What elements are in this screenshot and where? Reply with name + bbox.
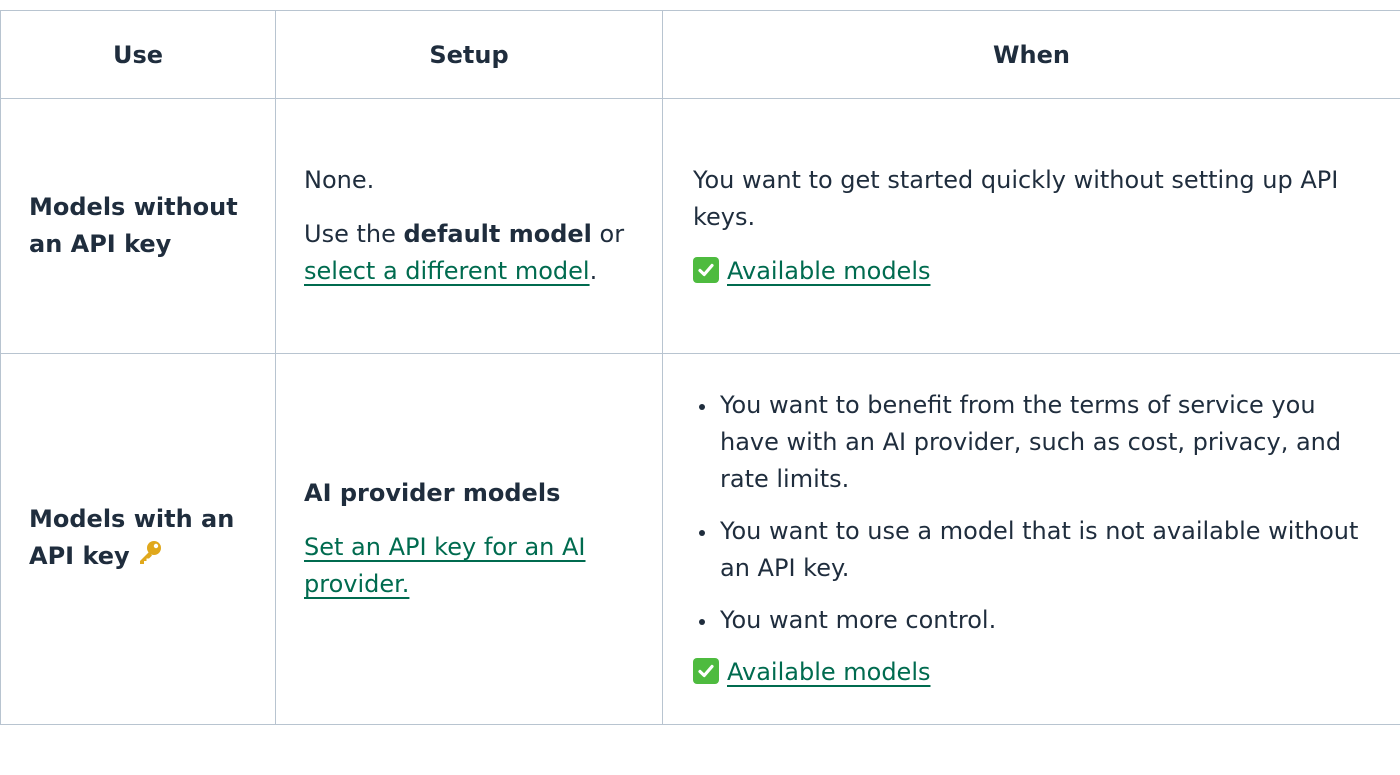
when-description: You want to get started quickly without … (693, 166, 1339, 231)
use-label: Models without an API key (29, 193, 238, 258)
set-api-key-line: Set an API key for an AI provider. (304, 529, 634, 603)
available-models-line: Available models (693, 253, 1370, 290)
table-header-row: Use Setup When (0, 10, 1400, 99)
when-cell: You want to benefit from the terms of se… (662, 353, 1400, 725)
header-use: Use (0, 10, 276, 99)
available-models-link[interactable]: Available models (727, 257, 931, 285)
use-label: Models with an API key (29, 504, 235, 570)
list-item: You want to benefit from the terms of se… (718, 387, 1370, 498)
setup-cell: AI provider models Set an API key for an… (275, 353, 663, 725)
use-cell: Models without an API key (0, 98, 276, 354)
setup-none-text: None. (304, 166, 375, 194)
setup-prefix-text: Use the (304, 220, 404, 248)
set-api-key-link[interactable]: Set an API key for an AI provider. (304, 533, 586, 598)
list-item: You want more control. (718, 602, 1370, 639)
reasons-list: You want to benefit from the terms of se… (693, 387, 1370, 639)
default-model-text: default model (403, 220, 592, 248)
model-options-table: Use Setup When Models without an API key… (0, 10, 1400, 725)
available-models-link[interactable]: Available models (727, 658, 931, 686)
use-cell: Models with an API key (0, 353, 276, 725)
when-cell: You want to get started quickly without … (662, 98, 1400, 354)
header-setup: Setup (275, 10, 663, 99)
available-models-line: Available models (693, 654, 1370, 691)
table-row: Models without an API key None. Use the … (0, 98, 1400, 354)
table-row: Models with an API key AI provider model… (0, 353, 1400, 725)
check-mark-button-icon (693, 257, 719, 283)
key-icon (136, 539, 164, 578)
ai-provider-models-heading: AI provider models (304, 479, 561, 507)
setup-suffix-text: . (589, 257, 598, 285)
list-item: You want to use a model that is not avai… (718, 513, 1370, 587)
setup-instructions: Use the default model or select a differ… (304, 216, 634, 290)
check-mark-button-icon (693, 658, 719, 684)
setup-middle-text: or (591, 220, 625, 248)
select-different-model-link[interactable]: select a different model (304, 257, 590, 285)
setup-cell: None. Use the default model or select a … (275, 98, 663, 354)
header-when: When (662, 10, 1400, 99)
